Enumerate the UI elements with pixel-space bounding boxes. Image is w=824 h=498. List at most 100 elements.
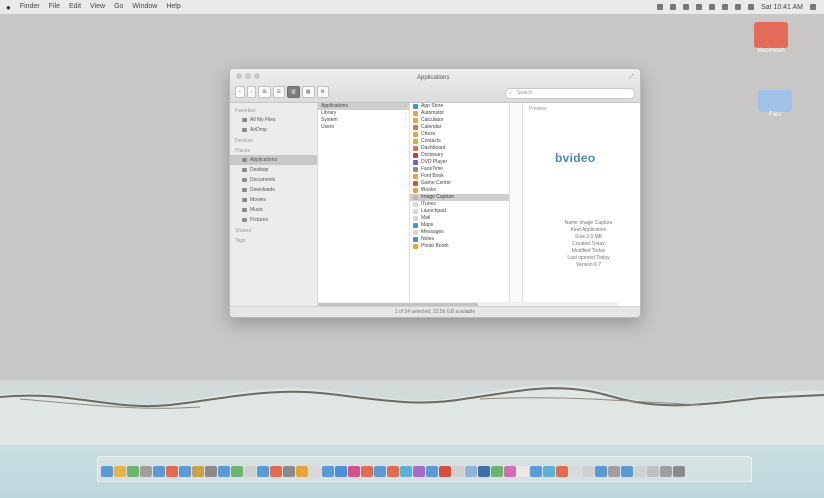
list-item[interactable]: Launchpad	[410, 208, 509, 215]
dock-app-icon[interactable]	[504, 465, 516, 477]
dock-app-icon[interactable]	[543, 465, 555, 477]
sidebar-item-music[interactable]: Music	[230, 205, 317, 215]
dock-app-icon[interactable]	[140, 465, 152, 477]
window-titlebar[interactable]: Applications ‹ › ⊞ ☰ ▥ ▦ ⚙ ⌕ Search ⤢	[230, 69, 640, 103]
dock-app-icon[interactable]	[660, 465, 672, 477]
list-item[interactable]: Chess	[410, 131, 509, 138]
dock-app-icon[interactable]	[582, 465, 594, 477]
sidebar-item-desktop[interactable]: Desktop	[230, 165, 317, 175]
dock-app-icon[interactable]	[595, 465, 607, 477]
dock-app-icon[interactable]	[179, 465, 191, 477]
dock-app-icon[interactable]	[634, 465, 646, 477]
status-icon-7[interactable]	[734, 4, 741, 10]
menu-edit[interactable]: Edit	[69, 3, 81, 12]
back-button[interactable]: ‹	[235, 86, 245, 98]
dock-app-icon[interactable]	[218, 465, 230, 477]
dock-app-icon[interactable]	[452, 465, 464, 477]
dock-app-icon[interactable]	[491, 465, 503, 477]
dock-app-icon[interactable]	[647, 465, 659, 477]
list-item[interactable]: Contacts	[410, 138, 509, 145]
list-item[interactable]: App Store	[410, 103, 509, 110]
menu-file[interactable]: File	[49, 3, 60, 12]
dock-app-icon[interactable]	[608, 465, 620, 477]
dock-app-icon[interactable]	[101, 465, 113, 477]
desktop-icon-macintosh[interactable]: Macintosh	[751, 22, 791, 54]
list-item[interactable]: Users ›	[318, 124, 409, 131]
column-divider[interactable]	[510, 103, 523, 307]
dock-app-icon[interactable]	[530, 465, 542, 477]
status-icon-6[interactable]	[721, 4, 728, 10]
desktop-icon-files[interactable]: Files	[755, 90, 795, 118]
dock-app-icon[interactable]	[166, 465, 178, 477]
sidebar-item-downloads[interactable]: Downloads	[230, 185, 317, 195]
status-icon-8[interactable]	[747, 4, 754, 10]
list-item[interactable]: Library ›	[318, 110, 409, 117]
spotlight-icon[interactable]	[810, 4, 816, 10]
view-icon-button[interactable]: ⊞	[258, 86, 271, 98]
status-icon-5[interactable]	[708, 4, 715, 10]
sidebar-item-movies[interactable]: Movies	[230, 195, 317, 205]
list-item[interactable]: iTunes	[410, 201, 509, 208]
view-coverflow-button[interactable]: ▦	[301, 86, 315, 98]
list-item[interactable]: Image Capture	[410, 194, 509, 201]
search-field[interactable]: ⌕ Search	[505, 88, 635, 99]
dock-app-icon[interactable]	[244, 465, 256, 477]
list-item[interactable]: Calculator	[410, 117, 509, 124]
status-icon-2[interactable]	[669, 4, 676, 10]
dock-app-icon[interactable]	[153, 465, 165, 477]
status-icon-1[interactable]	[656, 4, 663, 10]
dock-app-icon[interactable]	[387, 465, 399, 477]
dock-app-icon[interactable]	[569, 465, 581, 477]
dock-app-icon[interactable]	[192, 465, 204, 477]
dock-app-icon[interactable]	[127, 465, 139, 477]
minimize-window-button[interactable]	[245, 73, 251, 79]
dock-app-icon[interactable]	[465, 465, 477, 477]
dock-app-icon[interactable]	[374, 465, 386, 477]
dock-app-icon[interactable]	[426, 465, 438, 477]
list-item[interactable]: Game Center	[410, 180, 509, 187]
sidebar-item-documents[interactable]: Documents	[230, 175, 317, 185]
dock-app-icon[interactable]	[556, 465, 568, 477]
dock-app-icon[interactable]	[400, 465, 412, 477]
dock-app-icon[interactable]	[231, 465, 243, 477]
dock-app-icon[interactable]	[322, 465, 334, 477]
dock-app-icon[interactable]	[257, 465, 269, 477]
dock-app-icon[interactable]	[361, 465, 373, 477]
zoom-window-button[interactable]	[254, 73, 260, 79]
menu-go[interactable]: Go	[114, 3, 123, 12]
apple-menu-icon[interactable]: ●	[6, 3, 11, 12]
list-item[interactable]: Notes	[410, 236, 509, 243]
sidebar-item-applications[interactable]: Applications	[230, 155, 317, 165]
list-item[interactable]: FaceTime	[410, 166, 509, 173]
dock-app-icon[interactable]	[335, 465, 347, 477]
status-icon-3[interactable]	[682, 4, 689, 10]
dock-app-icon[interactable]	[205, 465, 217, 477]
list-item[interactable]: iBooks	[410, 187, 509, 194]
menu-finder[interactable]: Finder	[20, 3, 40, 12]
menubar-clock[interactable]: Sat 10:41 AM	[761, 4, 803, 11]
list-item[interactable]: System ›	[318, 117, 409, 124]
list-item[interactable]: Dictionary	[410, 152, 509, 159]
dock-app-icon[interactable]	[621, 465, 633, 477]
list-item[interactable]: Maps	[410, 222, 509, 229]
forward-button[interactable]: ›	[246, 86, 257, 98]
list-item[interactable]: DVD Player	[410, 159, 509, 166]
list-item[interactable]: Mail	[410, 215, 509, 222]
sidebar-item-all-my-files[interactable]: All My Files	[230, 115, 317, 125]
arrange-button[interactable]: ⚙	[316, 86, 329, 98]
list-item[interactable]: Messages	[410, 229, 509, 236]
expand-icon[interactable]: ⤢	[629, 74, 634, 81]
sidebar-item-pictures[interactable]: Pictures	[230, 215, 317, 225]
list-item[interactable]: Font Book	[410, 173, 509, 180]
list-item[interactable]: Dashboard	[410, 145, 509, 152]
list-item[interactable]: Applications ›	[318, 103, 409, 110]
dock-app-icon[interactable]	[296, 465, 308, 477]
status-icon-4[interactable]	[695, 4, 702, 10]
view-column-button[interactable]: ▥	[287, 86, 300, 98]
dock-app-icon[interactable]	[517, 465, 529, 477]
dock-app-icon[interactable]	[270, 465, 282, 477]
dock-app-icon[interactable]	[478, 465, 490, 477]
dock-app-icon[interactable]	[673, 465, 685, 477]
dock-app-icon[interactable]	[114, 465, 126, 477]
close-window-button[interactable]	[236, 73, 242, 79]
